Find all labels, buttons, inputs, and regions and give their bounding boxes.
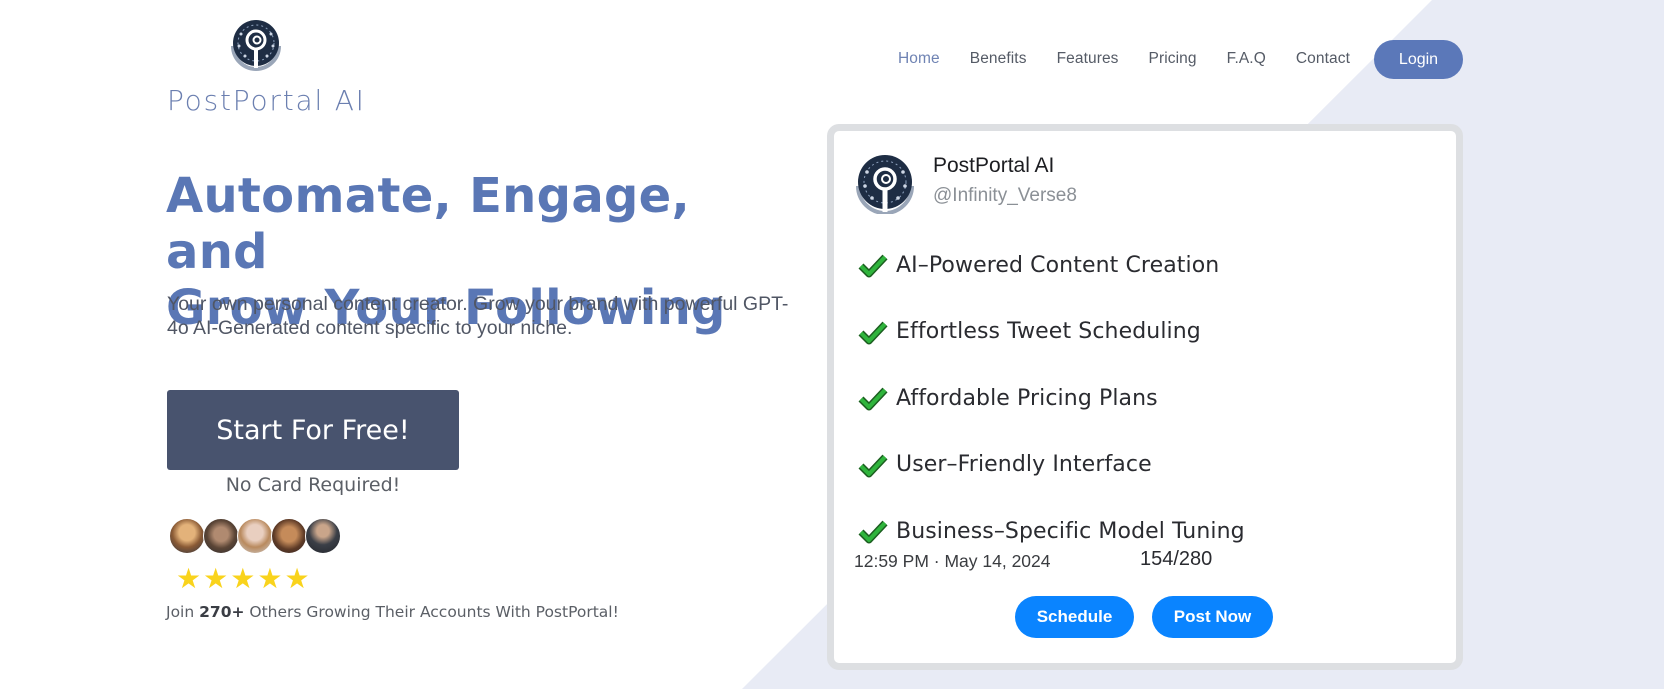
start-for-free-button[interactable]: Start For Free! [167, 390, 459, 470]
avatar [305, 518, 341, 554]
avatar [271, 518, 307, 554]
nav-benefits[interactable]: Benefits [970, 50, 1027, 68]
nav-contact[interactable]: Contact [1296, 50, 1350, 68]
feature-label: AI–Powered Content Creation [896, 252, 1220, 278]
star-rating: ★ ★ ★ ★ ★ [176, 564, 310, 594]
portal-logo-icon[interactable] [229, 16, 283, 72]
user-avatars [169, 518, 341, 554]
brand-name[interactable]: PostPortal AI [167, 84, 366, 117]
star-icon: ★ [176, 563, 202, 594]
list-item: Affordable Pricing Plans [858, 365, 1245, 432]
list-item: User–Friendly Interface [858, 432, 1245, 499]
check-icon [858, 254, 888, 278]
hero-title-line-1: Automate, Engage, and [166, 168, 691, 280]
no-card-note: No Card Required! [225, 474, 401, 496]
check-icon [858, 321, 888, 345]
nav-features[interactable]: Features [1057, 50, 1119, 68]
login-button[interactable]: Login [1374, 40, 1463, 79]
feature-label: Effortless Tweet Scheduling [896, 319, 1201, 345]
join-count: 270+ [199, 603, 245, 621]
feature-list: AI–Powered Content Creation Effortless T… [858, 232, 1245, 565]
list-item: Effortless Tweet Scheduling [858, 299, 1245, 366]
card-account-name: PostPortal AI [933, 154, 1055, 177]
card-account-handle: @Infinity_Verse8 [933, 185, 1077, 206]
main-nav: Home Benefits Features Pricing F.A.Q Con… [898, 40, 1380, 78]
character-count: 154/280 [1140, 548, 1213, 570]
join-suffix: Others Growing Their Accounts With PostP… [244, 603, 619, 621]
star-icon: ★ [230, 563, 256, 594]
nav-home[interactable]: Home [898, 50, 940, 68]
card-profile-avatar-icon [854, 152, 916, 215]
post-timestamp: 12:59 PM · May 14, 2024 [854, 551, 1051, 571]
check-icon [858, 454, 888, 478]
social-proof-text: Join 270+ Others Growing Their Accounts … [166, 603, 619, 621]
avatar [237, 518, 273, 554]
nav-pricing[interactable]: Pricing [1149, 50, 1197, 68]
join-prefix: Join [166, 603, 200, 621]
avatar [203, 518, 239, 554]
check-icon [858, 520, 888, 544]
star-icon: ★ [284, 563, 310, 594]
list-item: AI–Powered Content Creation [858, 232, 1245, 299]
avatar [169, 518, 205, 554]
feature-label: Affordable Pricing Plans [896, 385, 1158, 411]
star-icon: ★ [203, 563, 229, 594]
star-icon: ★ [257, 563, 283, 594]
hero-subtitle: Your own personal content creator. Grow … [167, 293, 789, 339]
post-now-button[interactable]: Post Now [1152, 596, 1273, 638]
nav-faq[interactable]: F.A.Q [1227, 50, 1266, 68]
feature-label: User–Friendly Interface [896, 452, 1152, 478]
feature-label: Business–Specific Model Tuning [896, 518, 1245, 544]
check-icon [858, 387, 888, 411]
schedule-button[interactable]: Schedule [1015, 596, 1134, 638]
